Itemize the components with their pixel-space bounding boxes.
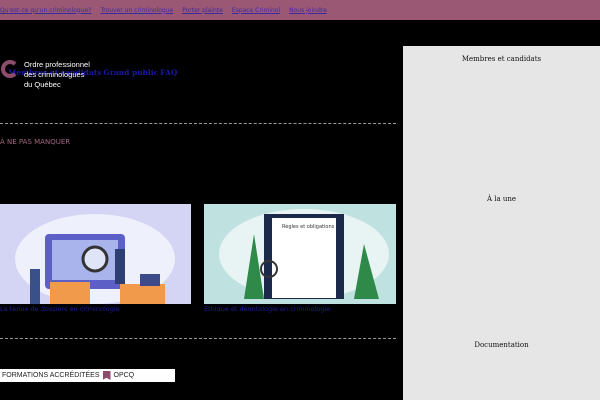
logo-line: des criminologues <box>24 70 85 79</box>
sidebar: Membres et candidats À la une Documentat… <box>403 46 600 400</box>
nav-link-complaint[interactable]: Porter plainte <box>182 7 223 14</box>
sidebar-heading-docs: Documentation <box>474 341 529 349</box>
sidebar-heading-members: Membres et candidats <box>461 55 542 63</box>
top-utility-nav: Qu'est-ce qu'un criminologue? Trouver un… <box>0 0 600 20</box>
nav-link-what-is[interactable]: Qu'est-ce qu'un criminologue? <box>0 7 91 14</box>
logo-line: du Québec <box>24 80 61 89</box>
logo-text: Ordre professionnel des criminologues du… <box>24 60 90 90</box>
card-caption[interactable]: Éthique et déontologie en criminologie <box>204 305 330 313</box>
main-nav-public[interactable]: Grand public <box>103 68 158 77</box>
logo-line: Ordre professionnel <box>24 60 90 69</box>
card-image-ethique[interactable]: Règles et obligations <box>204 204 396 304</box>
formations-badge[interactable]: FORMATIONS ACCRÉDITÉES OPCQ <box>0 369 175 382</box>
logo[interactable]: Ordre professionnel des criminologues du… <box>0 58 110 94</box>
illustration-rules: Règles et obligations <box>219 209 389 299</box>
logo-mark-icon <box>1 60 19 78</box>
nav-link-find[interactable]: Trouver un criminologue <box>100 7 173 14</box>
bookmark-icon <box>102 371 111 380</box>
main-nav-faq[interactable]: FAQ <box>160 68 177 77</box>
badge-org: OPCQ <box>113 372 135 379</box>
image-text: Règles et obligations <box>282 223 335 230</box>
divider <box>0 123 396 124</box>
section-title: À NE PAS MANQUER <box>0 138 71 146</box>
illustration-records <box>15 214 175 304</box>
badge-label: FORMATIONS ACCRÉDITÉES <box>2 372 100 379</box>
sidebar-heading-news: À la une <box>486 195 517 203</box>
nav-link-contact[interactable]: Nous joindre <box>289 7 327 14</box>
card-image-dossiers[interactable] <box>0 204 191 304</box>
nav-link-espace[interactable]: Espace Criminol <box>232 7 280 14</box>
card-caption[interactable]: La tenue de dossiers en criminologie <box>0 305 120 313</box>
divider <box>0 338 396 339</box>
